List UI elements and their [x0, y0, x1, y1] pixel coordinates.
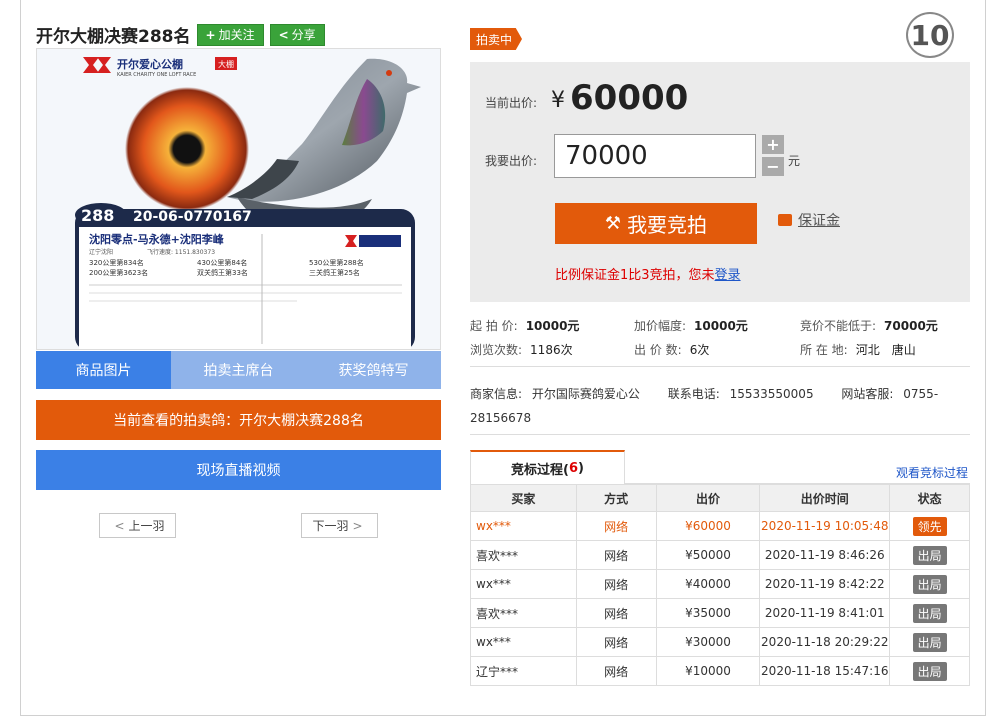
deposit-note-text: 比例保证金1比3竞拍，您未: [555, 268, 715, 283]
status-badge: 出局: [912, 632, 947, 652]
svg-text:288: 288: [81, 206, 114, 225]
my-bid-label: 我要出价:: [485, 154, 538, 168]
svg-text:辽宁沈阳: 辽宁沈阳: [89, 248, 113, 256]
bid-amount-input[interactable]: 70000: [554, 134, 756, 178]
svg-text:三关鸽王第25名: 三关鸽王第25名: [309, 268, 360, 277]
service-number-part2: 28156678: [470, 411, 532, 425]
phone-number: 15533550005: [729, 387, 814, 401]
status-badge: 出局: [912, 603, 947, 623]
lot-title: 开尔大棚决赛288名: [36, 27, 191, 47]
table-row: wx*** 网络 ¥30000 2020-11-18 20:29:22 出局: [470, 627, 970, 657]
service-number-part1: 0755-: [903, 387, 939, 401]
phone-label: 联系电话:: [667, 387, 720, 401]
share-button[interactable]: < 分享: [269, 23, 325, 46]
tab-bid-history[interactable]: 竞标过程(6): [470, 450, 625, 484]
coins-icon: [778, 214, 792, 226]
brand-text: 开尔爱心公棚: [117, 57, 183, 71]
svg-text:320公里第834名: 320公里第834名: [89, 258, 144, 267]
follow-button[interactable]: + 加关注: [196, 23, 264, 46]
next-label: 下一羽: [312, 519, 349, 533]
bid-history-table: 买家 方式 出价 出价时间 状态 wx*** 网络 ¥60000 2020-11…: [470, 484, 970, 686]
col-time: 出价时间: [759, 484, 891, 512]
svg-text:200公里第3623名: 200公里第3623名: [89, 268, 148, 277]
merchant-label: 商家信息:: [470, 387, 523, 401]
start-price-row: 起 拍 价: 10000元: [470, 318, 580, 333]
merchant-name: 开尔国际赛鸽爱心公: [531, 387, 640, 401]
status-badge: 出局: [912, 574, 947, 594]
status-badge: 出局: [912, 661, 947, 681]
col-buyer: 买家: [470, 484, 577, 512]
share-icon: <: [278, 27, 289, 42]
gavel-icon: ⚒: [604, 213, 622, 234]
service-label: 网站客服:: [841, 387, 894, 401]
login-link[interactable]: 登录: [715, 268, 741, 283]
status-badge: 出局: [912, 545, 947, 565]
view-bid-process-link[interactable]: 观看竞标过程: [896, 464, 968, 481]
table-row: wx*** 网络 ¥60000 2020-11-19 10:05:48 领先: [470, 511, 970, 541]
title-row: 开尔大棚决赛288名 + 加关注 < 分享: [36, 22, 331, 47]
pigeon-photo[interactable]: 开尔爱心公棚 大棚 KAIER CHARITY ONE LOFT RACE 28…: [36, 48, 441, 350]
status-badge: 领先: [912, 516, 947, 536]
svg-text:KAIER CHARITY ONE LOFT RACE: KAIER CHARITY ONE LOFT RACE: [117, 72, 196, 78]
prev-button[interactable]: < 上一羽: [99, 513, 176, 538]
currency-symbol: ¥: [551, 88, 565, 113]
bid-count-row: 出 价 数: 6次: [634, 342, 710, 357]
lot-number-badge: 10: [906, 12, 954, 58]
status-badge: 拍卖中: [470, 28, 523, 50]
bid-count-badge: 6: [568, 460, 579, 476]
reserve-row: 竞价不能低于: 70000元: [800, 318, 938, 333]
col-status: 状态: [889, 484, 970, 512]
bid-panel: 当前出价: ¥ 60000 我要出价: 70000 + − 元 ⚒ 我要竞拍 保…: [470, 62, 970, 302]
svg-text:双关鸽王第33名: 双关鸽王第33名: [197, 268, 248, 277]
svg-text:沈阳零点-马永德+沈阳李峰: 沈阳零点-马永德+沈阳李峰: [89, 232, 225, 246]
photo-tabs: 商品图片 拍卖主席台 获奖鸽特写: [36, 351, 441, 389]
decrease-bid-button[interactable]: −: [762, 157, 784, 176]
tab-auction-podium[interactable]: 拍卖主席台: [171, 351, 306, 389]
follow-label: 加关注: [218, 28, 255, 42]
deposit-note: 比例保证金1比3竞拍，您未登录: [555, 264, 741, 283]
location-row: 所 在 地: 河北 唐山: [800, 342, 916, 357]
svg-text:大棚: 大棚: [218, 59, 234, 69]
place-bid-label: 我要竞拍: [627, 213, 708, 237]
tab-photos[interactable]: 商品图片: [36, 351, 171, 389]
table-row: 喜欢*** 网络 ¥50000 2020-11-19 8:46:26 出局: [470, 540, 970, 570]
next-button[interactable]: 下一羽 >: [301, 513, 378, 538]
increment-row: 加价幅度: 10000元: [634, 318, 748, 333]
deposit-link[interactable]: 保证金: [778, 210, 840, 230]
svg-text:430公里第84名: 430公里第84名: [197, 258, 247, 267]
chevron-left-icon: <: [114, 518, 125, 533]
svg-text:530公里第288名: 530公里第288名: [309, 258, 364, 267]
table-header-row: 买家 方式 出价 出价时间 状态: [470, 484, 970, 512]
prev-label: 上一羽: [128, 519, 165, 533]
unit-label: 元: [788, 154, 801, 168]
current-price-label: 当前出价:: [485, 96, 538, 110]
plus-icon: +: [205, 27, 216, 42]
views-row: 浏览次数: 1186次: [470, 342, 573, 357]
chevron-right-icon: >: [352, 518, 363, 533]
divider: [470, 366, 970, 367]
table-row: 辽宁*** 网络 ¥10000 2020-11-18 15:47:16 出局: [470, 656, 970, 686]
share-label: 分享: [291, 28, 316, 42]
current-view-banner: 当前查看的拍卖鸽：开尔大棚决赛288名: [36, 400, 441, 440]
divider: [470, 434, 970, 435]
seller-info: 商家信息: 开尔国际赛鸽爱心公 联系电话: 15533550005 网站客服: …: [470, 382, 970, 430]
place-bid-button[interactable]: ⚒ 我要竞拍: [555, 203, 757, 244]
pigeon-photo-image: 开尔爱心公棚 大棚 KAIER CHARITY ONE LOFT RACE 28…: [37, 49, 440, 349]
table-row: 喜欢*** 网络 ¥35000 2020-11-19 8:41:01 出局: [470, 598, 970, 628]
increase-bid-button[interactable]: +: [762, 135, 784, 154]
table-row: wx*** 网络 ¥40000 2020-11-19 8:42:22 出局: [470, 569, 970, 599]
deposit-label: 保证金: [798, 213, 840, 229]
svg-text:飞行速度: 1151.830373: 飞行速度: 1151.830373: [147, 248, 215, 256]
col-price: 出价: [655, 484, 761, 512]
svg-text:20-06-0770167: 20-06-0770167: [133, 209, 252, 225]
col-method: 方式: [575, 484, 657, 512]
current-price: 60000: [570, 78, 689, 118]
live-video-button[interactable]: 现场直播视频: [36, 450, 441, 490]
tab-winner-closeup[interactable]: 获奖鸽特写: [306, 351, 441, 389]
